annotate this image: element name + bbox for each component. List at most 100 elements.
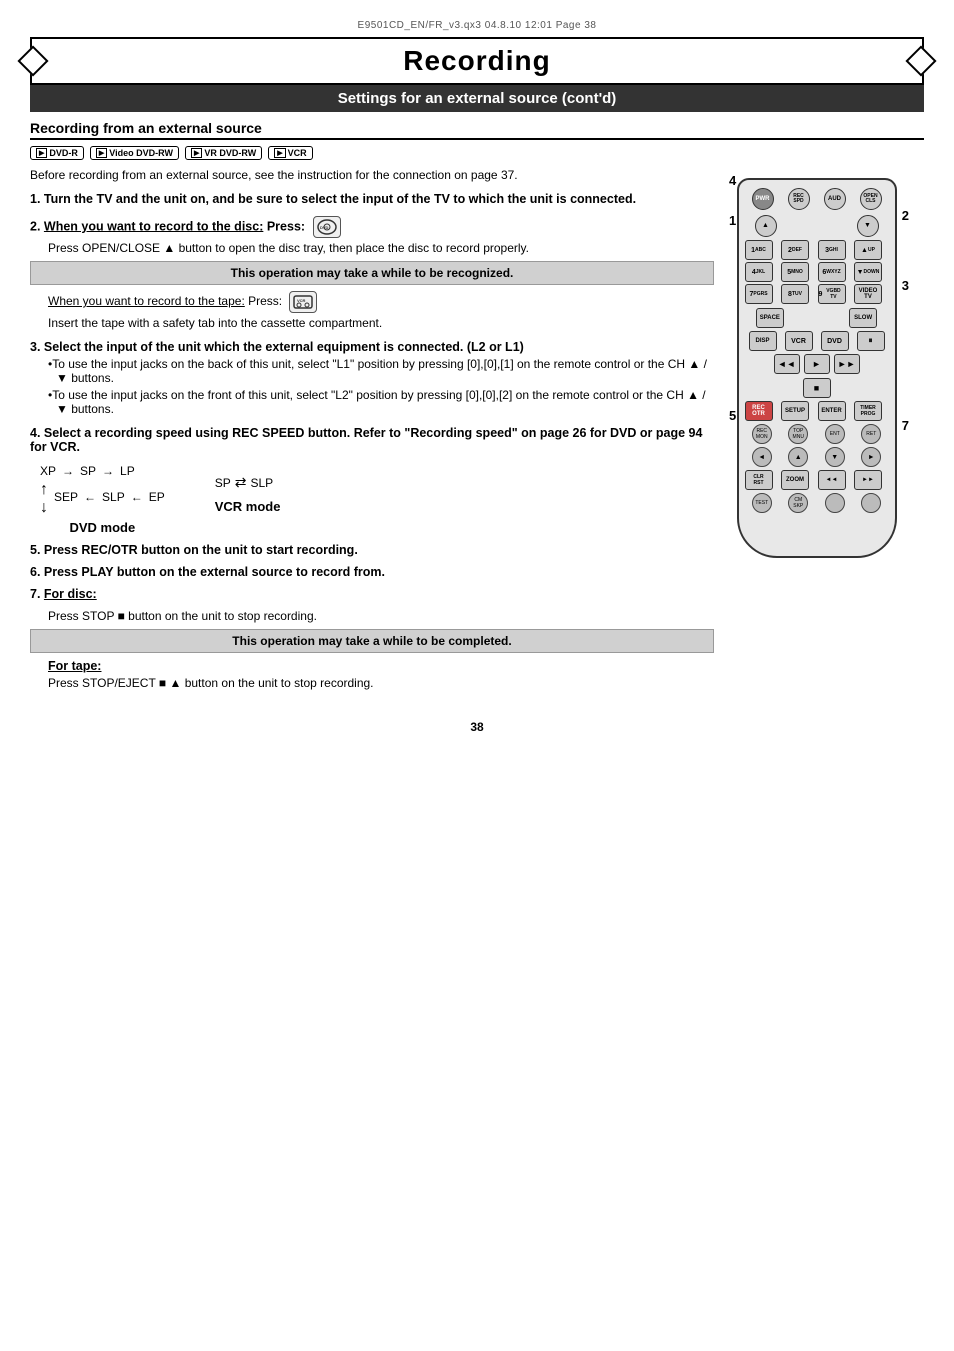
zoom-btn[interactable]: ZOOM (781, 470, 809, 490)
step-4: 4. Select a recording speed using REC SP… (30, 426, 714, 454)
dvd-button[interactable]: DVD (821, 331, 849, 351)
num-7[interactable]: 7PGRS (745, 284, 773, 304)
nav-up-btn[interactable]: ▲ (788, 447, 808, 467)
dvd-arrow1: → (62, 464, 74, 478)
monitor-row: RECMON TOPMNU ENT RET (745, 424, 889, 444)
num-extra[interactable]: VIDEOTV (854, 284, 882, 304)
open-close-button[interactable]: OPENCLS (860, 188, 882, 210)
content-area: Before recording from an external source… (30, 168, 924, 700)
enter-circle-btn[interactable]: ENT (825, 424, 845, 444)
space-button[interactable]: SPACE (756, 308, 784, 328)
nav-left-btn[interactable]: ◄ (752, 447, 772, 467)
return-btn[interactable]: RET (861, 424, 881, 444)
speed-diagram-wrapper: XP → SP → LP ↑ ↓ SEP ← (40, 464, 714, 535)
display-button[interactable]: DISP (749, 331, 777, 351)
ch-up-button[interactable]: ▲ (755, 215, 777, 237)
vcr-slp-label: SLP (250, 476, 273, 490)
step-2-notice: This operation may take a while to be re… (30, 261, 714, 285)
format-icon-vcr: ▶ VCR (268, 146, 312, 160)
step-2-disc-sub: Press OPEN/CLOSE ▲ button to open the di… (48, 241, 714, 255)
label-5: 5 (729, 408, 736, 423)
vcr-speed-diagram: SP ⇄ SLP VCR mode (195, 474, 281, 514)
num-5[interactable]: 5MNO (781, 262, 809, 282)
num-4[interactable]: 4JKL (745, 262, 773, 282)
num-1[interactable]: 1ABC (745, 240, 773, 260)
timer-prog-button[interactable]: TIMERPROG (854, 401, 882, 421)
play-button[interactable]: ► (804, 354, 830, 374)
left-column: Before recording from an external source… (30, 168, 714, 700)
clear-reset-btn[interactable]: CLRRST (745, 470, 773, 490)
intro-text: Before recording from an external source… (30, 168, 714, 182)
rew-button[interactable]: ◄◄ (774, 354, 800, 374)
page-number: 38 (30, 720, 924, 734)
cm-skip-btn[interactable]: CMSKP (788, 493, 808, 513)
vcr-tape-icon: VCR (289, 291, 317, 313)
remote-top-row[interactable]: PWR RECSPD AUD OPENCLS (745, 188, 889, 210)
step-1-text: 1. Turn the TV and the unit on, and be s… (30, 192, 714, 206)
ch-down-button[interactable]: ▼ (857, 215, 879, 237)
nav-circles-row: ◄ ▲ ▼ ► (745, 447, 889, 467)
power-button[interactable]: PWR (752, 188, 774, 210)
step-2: 2. When you want to record to the disc: … (30, 216, 714, 330)
dvd-sep-label: SEP (54, 490, 78, 504)
num-8[interactable]: 8TUV (781, 284, 809, 304)
label-2: 2 (902, 208, 909, 223)
step-7-disc-text: Press STOP ■ button on the unit to stop … (48, 609, 714, 623)
step-7-tape-text: Press STOP/EJECT ■ ▲ button on the unit … (48, 676, 714, 690)
remote-container: 4 1 2 3 5 7 PWR RECSPD AUD OPENCLS (724, 178, 909, 558)
audio-button[interactable]: AUD (824, 188, 846, 210)
rec-monitor-btn[interactable]: RECMON (752, 424, 772, 444)
dvd-ep-label: EP (149, 490, 165, 504)
step-5: 5. Press REC/OTR button on the unit to s… (30, 543, 714, 557)
dvd-xp-label: XP (40, 464, 56, 478)
dvd-lp-label: LP (120, 464, 135, 478)
page: E9501CD_EN/FR_v3.qx3 04.8.10 12:01 Page … (0, 0, 954, 1351)
rec-speed-button[interactable]: RECSPD (788, 188, 810, 210)
stop-row: ■ (745, 378, 889, 398)
nav-right-btn[interactable]: ► (861, 447, 881, 467)
play-transport: ◄◄ ► ►► (745, 354, 889, 374)
step-7: 7. For disc: Press STOP ■ button on the … (30, 587, 714, 690)
dvd-speed-diagram: XP → SP → LP ↑ ↓ SEP ← (40, 464, 165, 535)
format-icon-dvdr: ▶ DVD-R (30, 146, 84, 160)
svg-text:VCR: VCR (297, 298, 306, 303)
stop-button[interactable]: ■ (803, 378, 831, 398)
test-btn[interactable]: TEST (752, 493, 772, 513)
extra-btn-2[interactable] (861, 493, 881, 513)
vcr-sp-label: SP (215, 476, 231, 490)
nav-down-btn[interactable]: ▼ (825, 447, 845, 467)
enter-button[interactable]: ENTER (818, 401, 846, 421)
slow-button[interactable]: SLOW (849, 308, 877, 328)
num-6[interactable]: 6WXYZ (818, 262, 846, 282)
step-2-disc-label: When you want to record to the disc: (44, 219, 263, 233)
dvd-sp-label: SP (80, 464, 96, 478)
step-2-header: 2. When you want to record to the disc: … (30, 216, 714, 238)
setup-button[interactable]: SETUP (781, 401, 809, 421)
num-2[interactable]: 2DEF (781, 240, 809, 260)
rec-row: RECOTR SETUP ENTER TIMERPROG (745, 401, 889, 421)
step-2-tape-header: When you want to record to the tape: Pre… (48, 291, 714, 313)
vcr-button[interactable]: VCR (785, 331, 813, 351)
step-3: 3. Select the input of the unit which th… (30, 340, 714, 416)
step-3-bullet-2: •To use the input jacks on the front of … (48, 388, 714, 416)
record-button[interactable]: RECOTR (745, 401, 773, 421)
format-icons-row: ▶ DVD-R ▶ Video DVD-RW ▶ VR DVD-RW ▶ VCR (30, 146, 924, 160)
step-7-notice: This operation may take a while to be co… (30, 629, 714, 653)
pause-button[interactable]: ⏸ (857, 331, 885, 351)
ch-row: ▲ ▼ (745, 215, 889, 237)
extra-btn-1[interactable] (825, 493, 845, 513)
num-3[interactable]: 3GHI (818, 240, 846, 260)
label-4: 4 (729, 173, 736, 188)
dvd-slp-label: SLP (102, 490, 125, 504)
step-4-text: 4. Select a recording speed using REC SP… (30, 426, 714, 454)
num-up-right[interactable]: ▲UP (854, 240, 882, 260)
num-9[interactable]: 9VGBD TV (818, 284, 846, 304)
ffwd-button[interactable]: ►► (834, 354, 860, 374)
dvd-arrow2: → (102, 464, 114, 478)
main-title: Recording (403, 45, 550, 76)
num-down-right[interactable]: ▼DOWN (854, 262, 882, 282)
top-menu-btn[interactable]: TOPMNU (788, 424, 808, 444)
step-3-bullet-1: •To use the input jacks on the back of t… (48, 357, 714, 385)
skip-back-btn[interactable]: ◄◄ (818, 470, 846, 490)
skip-fwd-btn[interactable]: ►► (854, 470, 882, 490)
